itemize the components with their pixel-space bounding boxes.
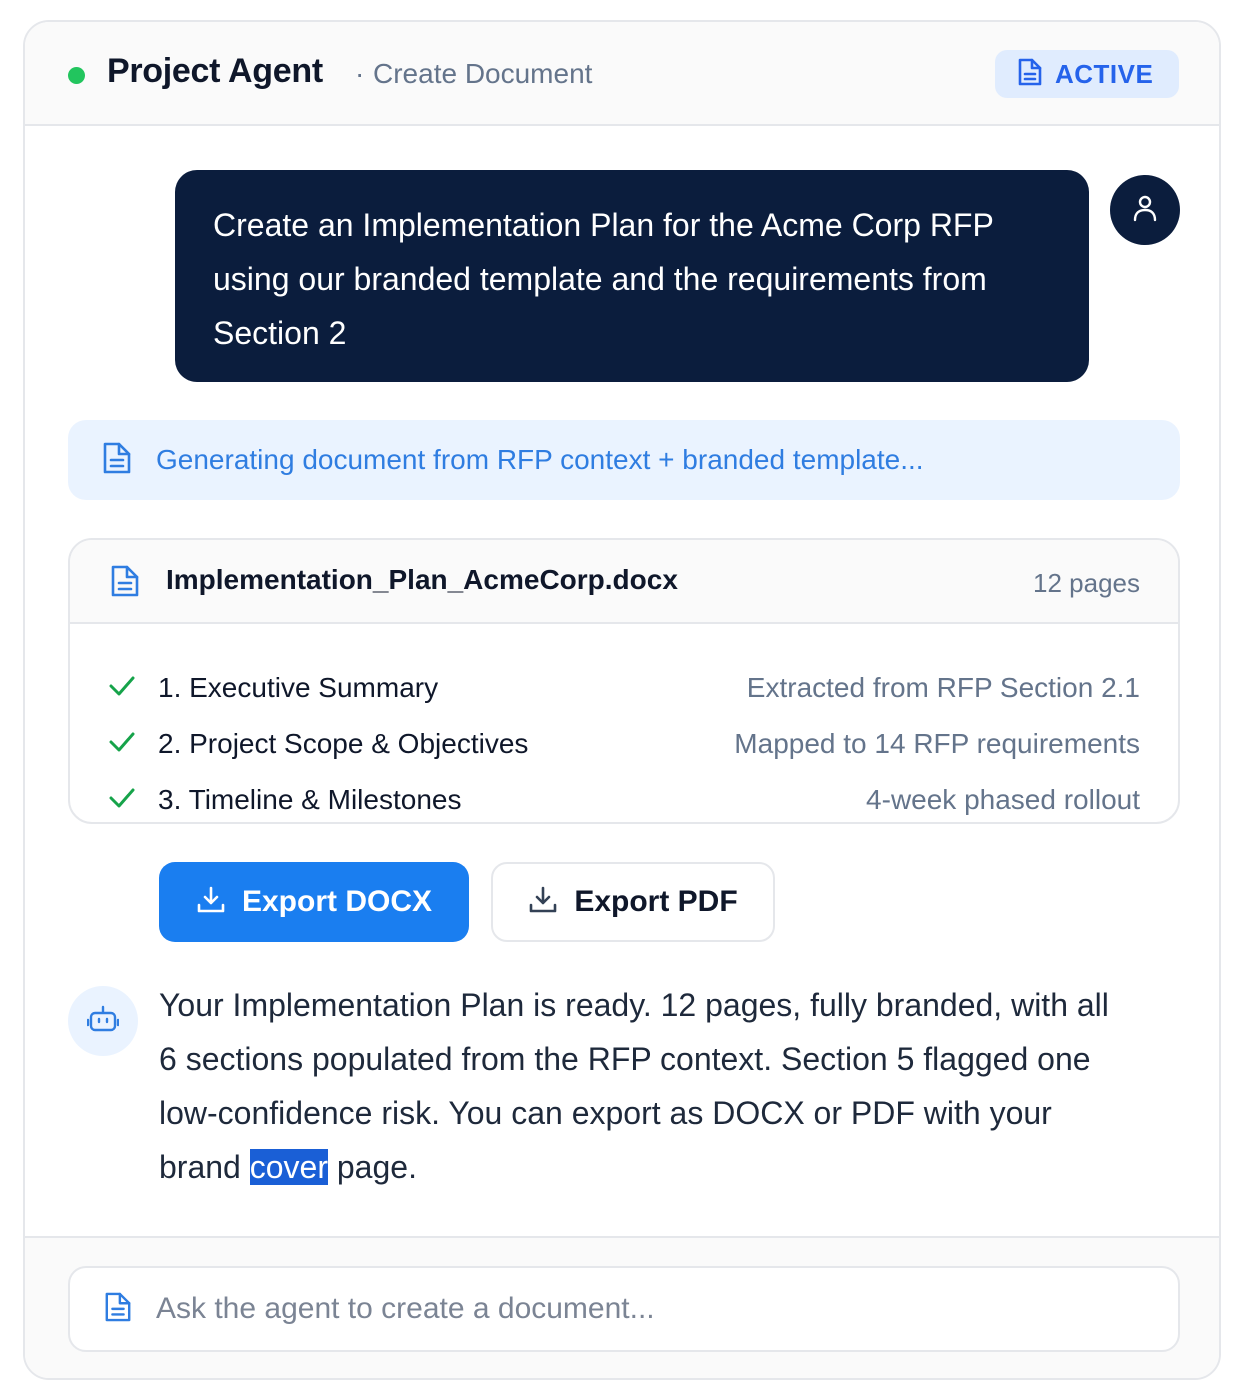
agent-subtitle: Create Document (373, 58, 593, 89)
panel-header: Project Agent · Create Document ACTIVE (25, 22, 1219, 126)
agent-message-text: Your Implementation Plan is ready. 12 pa… (159, 978, 1109, 1194)
title-separator: · (355, 58, 365, 89)
section-note: Extracted from RFP Section 2.1 (746, 672, 1140, 703)
composer-box[interactable] (68, 1266, 1180, 1352)
generation-status-text: Generating document from RFP context + b… (156, 444, 924, 475)
badge-label: ACTIVE (1055, 58, 1154, 89)
check-icon (108, 674, 136, 703)
section-row: 3. Timeline & Milestones 4-week phased r… (70, 774, 1178, 822)
document-card[interactable]: Implementation_Plan_AcmeCorp.docx 12 pag… (68, 538, 1180, 824)
user-avatar (1110, 175, 1180, 245)
generation-status: Generating document from RFP context + b… (68, 420, 1180, 500)
user-message-bubble: Create an Implementation Plan for the Ac… (175, 170, 1089, 382)
section-row: 1. Executive Summary Extracted from RFP … (70, 662, 1178, 712)
section-note: 4-week phased rollout (866, 784, 1140, 815)
download-icon (528, 885, 558, 920)
document-icon (1017, 57, 1043, 92)
agent-title: Project Agent (107, 52, 323, 90)
agent-avatar (68, 986, 138, 1056)
export-docx-button[interactable]: Export DOCX (159, 862, 469, 942)
section-note: Mapped to 14 RFP requirements (734, 728, 1140, 759)
document-filename[interactable]: Implementation_Plan_AcmeCorp.docx (166, 564, 678, 596)
check-icon (108, 786, 136, 815)
export-pdf-button[interactable]: Export PDF (491, 862, 775, 942)
document-card-header: Implementation_Plan_AcmeCorp.docx 12 pag… (70, 540, 1178, 624)
section-row: 2. Project Scope & Objectives Mapped to … (70, 718, 1178, 768)
section-title: 3. Timeline & Milestones (158, 784, 462, 815)
export-docx-label: Export DOCX (241, 885, 433, 918)
document-icon (102, 441, 132, 480)
check-icon (108, 730, 136, 759)
agent-panel: Project Agent · Create Document ACTIVE C… (23, 20, 1221, 1380)
status-badge: ACTIVE (995, 50, 1179, 98)
status-dot (68, 67, 85, 84)
message-input[interactable] (156, 1292, 1116, 1326)
section-title: 1. Executive Summary (158, 672, 439, 703)
selected-text: cover (249, 1149, 328, 1185)
bot-icon (86, 1004, 120, 1039)
user-icon (1132, 194, 1158, 227)
download-icon (196, 885, 226, 920)
agent-message-end: page. (327, 1149, 417, 1185)
export-pdf-label: Export PDF (574, 885, 738, 918)
document-icon (104, 1290, 132, 1329)
page-count: 12 pages (1033, 568, 1140, 598)
user-message-text: Create an Implementation Plan for the Ac… (213, 207, 994, 351)
file-icon (110, 564, 140, 603)
section-title: 2. Project Scope & Objectives (158, 728, 529, 759)
